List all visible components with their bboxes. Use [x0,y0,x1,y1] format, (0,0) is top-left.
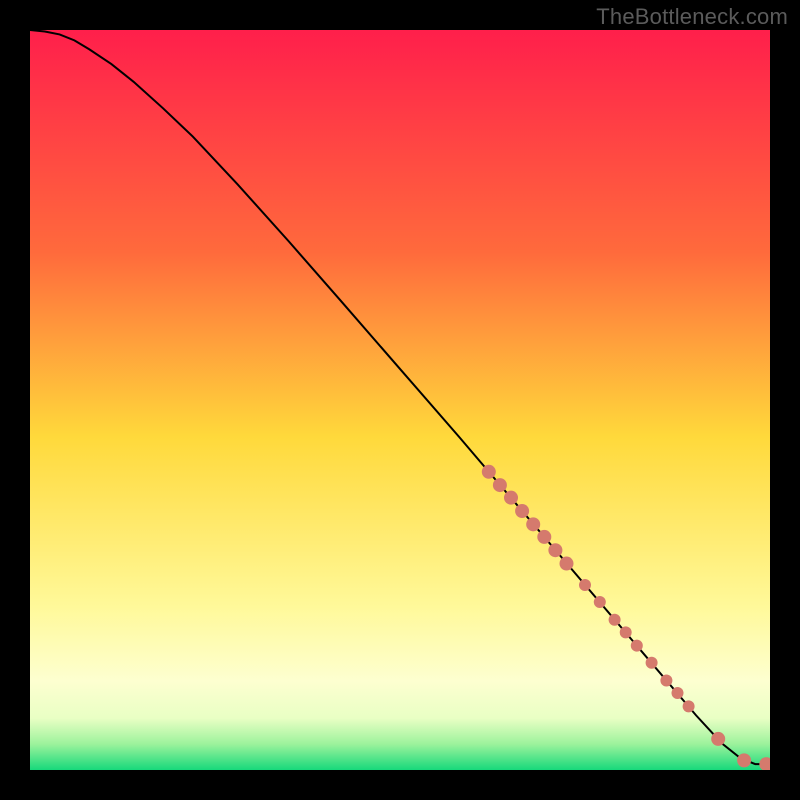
marker-dot [609,614,621,626]
watermark-text: TheBottleneck.com [596,4,788,30]
plot-area [30,30,770,770]
marker-dot [548,543,562,557]
marker-dot [631,640,643,652]
marker-dot [711,732,725,746]
marker-dot [660,674,672,686]
marker-dot [515,504,529,518]
marker-dot [737,753,751,767]
marker-dot [504,491,518,505]
chart-frame: TheBottleneck.com [0,0,800,800]
marker-dot [482,465,496,479]
marker-dot [672,687,684,699]
marker-dot [646,657,658,669]
marker-dot [594,596,606,608]
marker-dot [683,700,695,712]
marker-dot [560,557,574,571]
gradient-background [30,30,770,770]
chart-svg [30,30,770,770]
marker-dot [620,626,632,638]
marker-dot [493,478,507,492]
marker-dot [526,517,540,531]
marker-dot [579,579,591,591]
marker-dot [537,530,551,544]
